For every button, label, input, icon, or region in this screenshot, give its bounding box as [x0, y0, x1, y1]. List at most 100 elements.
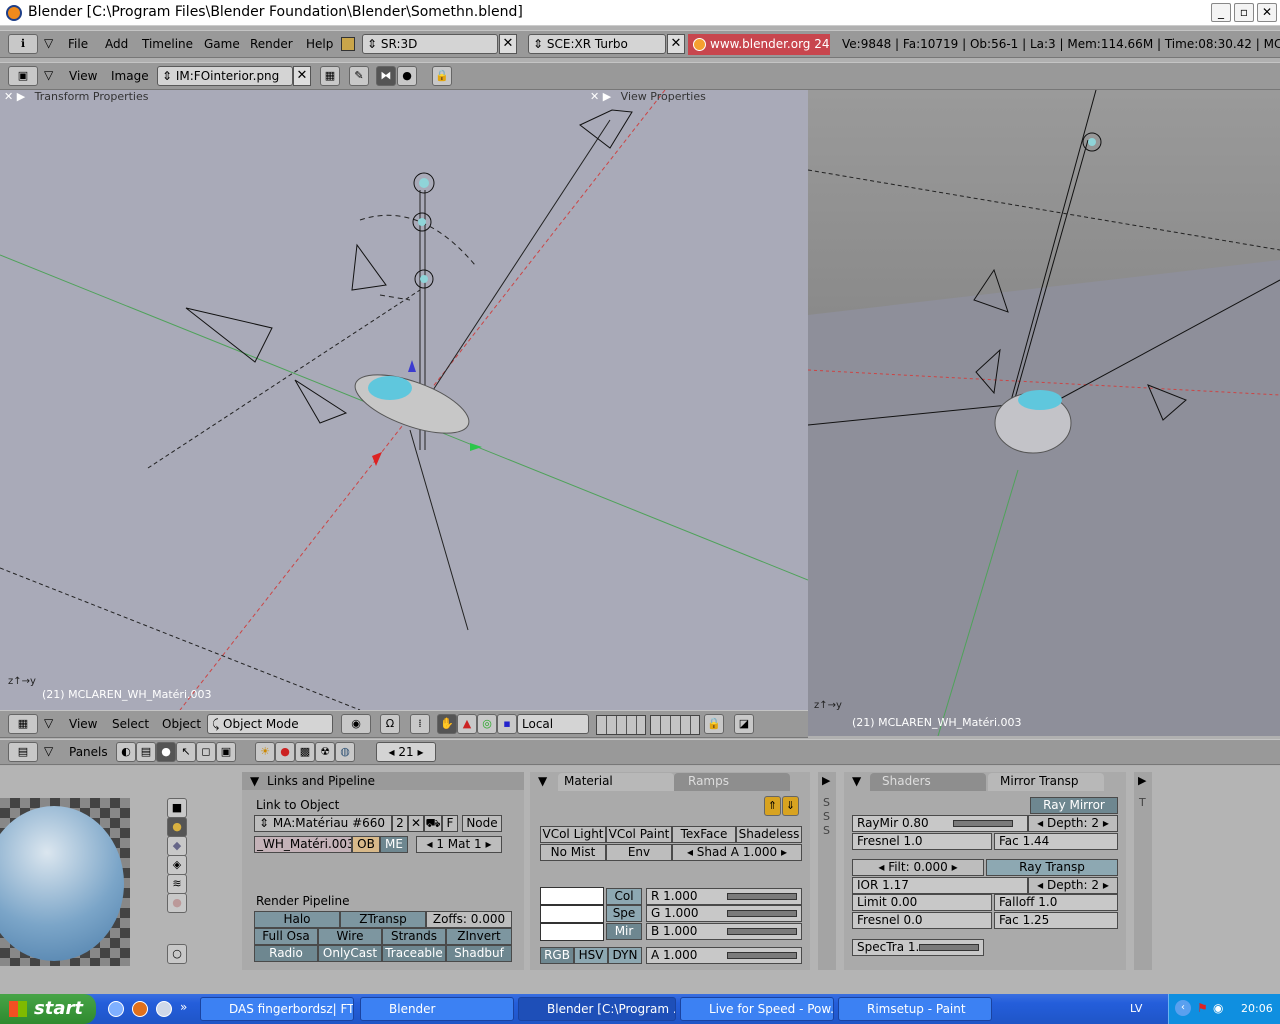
ior-slider[interactable]: IOR 1.17: [852, 877, 1028, 894]
mesh-name-field[interactable]: _WH_Matéri.003: [254, 836, 352, 853]
material-panel-collapse-icon[interactable]: ▼: [538, 774, 547, 788]
color-swatch-mir[interactable]: [540, 923, 604, 941]
dot-icon[interactable]: ●: [397, 66, 417, 86]
object-icon[interactable]: ↖: [176, 742, 196, 762]
strands-button[interactable]: Strands: [382, 928, 446, 945]
language-indicator[interactable]: LV: [1130, 1002, 1142, 1015]
panels-menu[interactable]: Panels: [69, 745, 108, 759]
halo-button[interactable]: Halo: [254, 911, 340, 928]
view3d-type-icon[interactable]: ▦: [8, 714, 38, 734]
view-properties-tab[interactable]: ✕ ▶ View Properties: [590, 90, 706, 103]
render-preview-icon[interactable]: ◪: [734, 714, 754, 734]
shad-alpha-field[interactable]: ◂ Shad A 1.000 ▸: [672, 844, 802, 861]
r-slider[interactable]: R 1.000: [646, 888, 802, 905]
media-quicklaunch-icon[interactable]: [156, 1001, 172, 1017]
links-panel-header[interactable]: ▼ Links and Pipeline: [242, 772, 524, 790]
env-button[interactable]: Env: [606, 844, 672, 861]
zoffs-field[interactable]: Zoffs: 0.000: [426, 911, 512, 928]
logic-icon[interactable]: ◐: [116, 742, 136, 762]
info-icon[interactable]: ℹ: [8, 34, 38, 54]
material-users[interactable]: 2: [392, 815, 408, 832]
orientation-select[interactable]: Local: [517, 714, 589, 734]
scene-select[interactable]: ⇕ SCE:XR Turbo: [528, 34, 666, 54]
ray-mirror-button[interactable]: Ray Mirror: [1030, 797, 1118, 814]
lamp-icon[interactable]: ☀: [255, 742, 275, 762]
menu-render[interactable]: Render: [250, 37, 293, 51]
maximize-button[interactable]: ▫: [1234, 3, 1254, 22]
full-osa-button[interactable]: Full Osa: [254, 928, 318, 945]
tab-shaders[interactable]: Shaders: [870, 773, 986, 791]
preview-refresh-icon[interactable]: ○: [167, 944, 187, 964]
close-button[interactable]: ✕: [1257, 3, 1277, 22]
image-pack-icon[interactable]: ▦: [320, 66, 340, 86]
sss-expand-icon[interactable]: ▶: [822, 774, 830, 787]
screen-select[interactable]: ⇕ SR:3D: [362, 34, 498, 54]
vcol-paint-button[interactable]: VCol Paint: [606, 826, 672, 843]
mirror-fac-slider[interactable]: Fac 1.44: [994, 833, 1118, 850]
tray-shield-icon[interactable]: ◉: [1213, 1001, 1223, 1015]
shadbuf-button[interactable]: Shadbuf: [446, 945, 512, 962]
transp-fresnel-slider[interactable]: Fresnel 0.0: [852, 912, 992, 929]
layer-buttons-1[interactable]: [596, 715, 646, 735]
pivot-icon[interactable]: Ω: [380, 714, 400, 734]
script-icon[interactable]: ▤: [136, 742, 156, 762]
image-select[interactable]: ⇕ IM:FOinterior.png: [157, 66, 293, 86]
falloff-slider[interactable]: Falloff 1.0: [994, 894, 1118, 911]
raymir-slider[interactable]: RayMir 0.80: [852, 815, 1028, 832]
mirror-depth-field[interactable]: ◂ Depth: 2 ▸: [1028, 815, 1118, 832]
scene-delete-button[interactable]: ✕: [667, 34, 685, 54]
menu-game[interactable]: Game: [204, 37, 240, 51]
onlycast-button[interactable]: OnlyCast: [318, 945, 382, 962]
material-index-field[interactable]: ◂ 1 Mat 1 ▸: [416, 836, 502, 853]
buttons-window-icon[interactable]: ▤: [8, 742, 38, 762]
menu-view-image[interactable]: View: [69, 69, 97, 83]
wire-button[interactable]: Wire: [318, 928, 382, 945]
rotate-icon[interactable]: ◎: [477, 714, 497, 734]
shading-icon[interactable]: ●: [156, 742, 176, 762]
minimize-button[interactable]: _: [1211, 3, 1231, 22]
collapse-menu-icon-4[interactable]: ▽: [44, 744, 53, 758]
material-car-icon[interactable]: ⛟: [424, 815, 442, 832]
g-slider[interactable]: G 1.000: [646, 905, 802, 922]
spe-button[interactable]: Spe: [606, 905, 642, 922]
ztransp-button[interactable]: ZTransp: [340, 911, 426, 928]
task-live-for-speed[interactable]: Live for Speed - Pow...: [680, 997, 834, 1021]
fake-user-button[interactable]: F: [442, 815, 458, 832]
preview-flat-icon[interactable]: ■: [167, 798, 187, 818]
lock-icon[interactable]: 🔒: [432, 66, 452, 86]
material-browse-field[interactable]: ⇕ MA:Matériau #660: [254, 815, 392, 832]
tab-ramps[interactable]: Ramps: [674, 773, 790, 791]
preview-sphere-icon[interactable]: ●: [167, 817, 187, 837]
menu-add[interactable]: Add: [105, 37, 128, 51]
preview-cube-icon[interactable]: ◆: [167, 836, 187, 856]
collapse-menu-icon[interactable]: ▽: [44, 36, 53, 50]
menu-image[interactable]: Image: [111, 69, 149, 83]
transp-fac-slider[interactable]: Fac 1.25: [994, 912, 1118, 929]
transform-properties-tab[interactable]: ✕ ▶ Transform Properties: [4, 90, 148, 103]
radio-button[interactable]: Radio: [254, 945, 318, 962]
task-rimsetup-paint[interactable]: Rimsetup - Paint: [838, 997, 992, 1021]
color-swatch-spe[interactable]: [540, 905, 604, 923]
sss-panel-collapsed[interactable]: ▶ S S S: [818, 772, 836, 970]
limit-slider[interactable]: Limit 0.00: [852, 894, 992, 911]
spectra-slider[interactable]: SpecTra 1.: [852, 939, 984, 956]
node-button[interactable]: Node: [462, 815, 502, 832]
col-button[interactable]: Col: [606, 888, 642, 905]
rgb-mode-button[interactable]: RGB: [540, 947, 574, 964]
screen-delete-button[interactable]: ✕: [499, 34, 517, 54]
texture-expand-icon[interactable]: ▶: [1138, 774, 1146, 787]
mirror-fresnel-slider[interactable]: Fresnel 1.0: [852, 833, 992, 850]
dyn-mode-button[interactable]: DYN: [608, 947, 642, 964]
mir-button[interactable]: Mir: [606, 923, 642, 940]
editing-icon[interactable]: ◻: [196, 742, 216, 762]
task-blender-active[interactable]: Blender [C:\Program ...: [518, 997, 676, 1021]
menu-select[interactable]: Select: [112, 717, 149, 731]
copy-up-icon[interactable]: ⇑: [764, 796, 781, 816]
preview-sky-icon[interactable]: ●: [167, 893, 187, 913]
layers-dots-icon[interactable]: ⁞: [410, 714, 430, 734]
quicklaunch-more-icon[interactable]: »: [180, 1000, 187, 1014]
tab-mirror-transp[interactable]: Mirror Transp: [988, 773, 1104, 791]
world-icon[interactable]: ◍: [335, 742, 355, 762]
vcol-light-button[interactable]: VCol Light: [540, 826, 606, 843]
screen-browse-icon[interactable]: [341, 37, 355, 51]
